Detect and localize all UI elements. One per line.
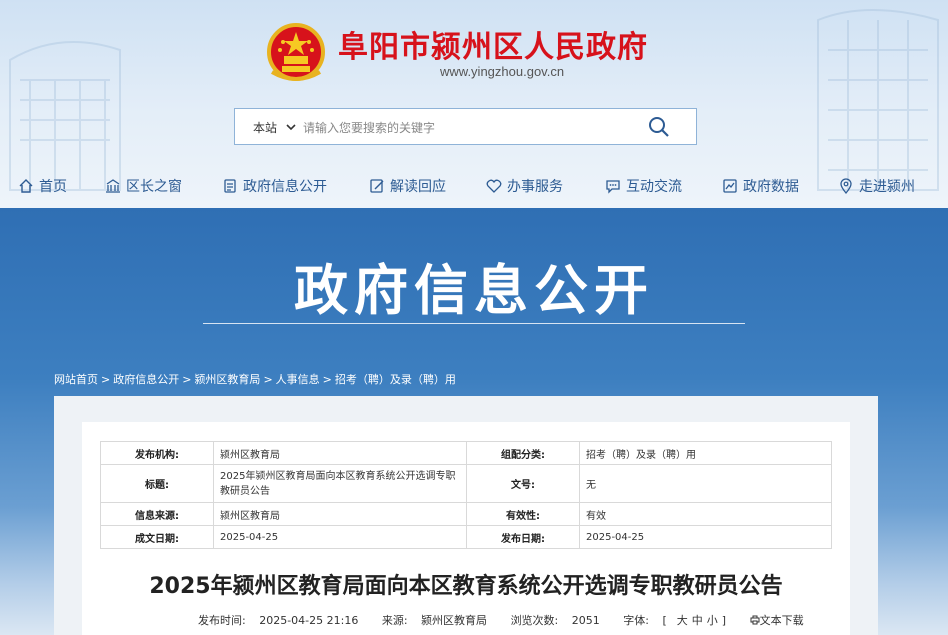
meta-value-category: 招考（聘）及录（聘）用 [579,441,832,465]
search-input[interactable] [301,116,625,140]
breadcrumb-education-bureau[interactable]: 颍州区教育局 [194,373,260,386]
table-row: 发布机构: 颍州区教育局 组配分类: 招考（聘）及录（聘）用 [100,441,832,465]
nav-item-home[interactable]: 首页 [18,172,67,200]
article-source: 来源: 颍州区教育局 [382,614,497,627]
nav-item-info-disclosure[interactable]: 政府信息公开 [222,172,327,200]
meta-label: 发布日期: [466,525,580,549]
breadcrumb-personnel-info[interactable]: 人事信息 [276,373,320,386]
national-emblem-logo [267,23,325,81]
breadcrumb-home[interactable]: 网站首页 [54,373,98,386]
publish-time: 发布时间: 2025-04-25 21:16 [198,614,368,627]
breadcrumb: 网站首页 > 政府信息公开 > 颍州区教育局 > 人事信息 > 招考（聘）及录（聘）用 [54,371,456,387]
printer-icon [750,615,760,625]
meta-value-docno: 无 [579,464,832,503]
banner-divider [203,323,745,324]
meta-value-validity: 有效 [579,502,832,526]
nav-label: 政府数据 [743,179,799,195]
font-size-label: 字体: [623,614,649,627]
nav-item-mayor-window[interactable]: 区长之窗 [105,172,182,200]
document-icon [224,179,236,193]
chat-icon [606,180,620,194]
main-nav: 首页 区长之窗 政府信息公开 解读回应 办事服务 互动交流 政府数据 走进颍州 [0,172,948,202]
nav-item-interaction[interactable]: 互动交流 [605,172,682,200]
meta-label: 文号: [466,464,580,503]
font-medium-button[interactable]: 中 [692,614,703,627]
view-count-label: 浏览次数: [510,614,559,627]
article-source-label: 来源: [381,614,408,627]
chevron-down-icon[interactable] [285,121,297,133]
publish-time-value: 2025-04-25 21:16 [259,614,359,627]
site-header: 阜阳市颍州区人民政府 www.yingzhou.gov.cn 本站 首页 区长之… [0,0,948,208]
meta-value-published: 2025-04-25 [579,525,832,549]
architecture-decoration-right [817,9,939,191]
architecture-decoration-left [9,41,121,191]
search-bar: 本站 [234,108,697,145]
meta-value-source: 颍州区教育局 [213,502,467,526]
service-icon [486,179,502,193]
breadcrumb-separator: > [101,373,111,386]
chart-icon [723,179,737,193]
view-count-value: 2051 [571,614,600,627]
meta-label: 有效性: [466,502,580,526]
table-row: 信息来源: 颍州区教育局 有效性: 有效 [100,502,832,526]
building-icon [106,179,120,193]
bracket-close: ] [721,614,727,627]
meta-value-publisher: 颍州区教育局 [213,441,467,465]
nav-item-services[interactable]: 办事服务 [486,172,563,200]
article-source-value: 颍州区教育局 [421,614,488,627]
font-small-button[interactable]: 小 [707,614,718,627]
breadcrumb-info-disclosure[interactable]: 政府信息公开 [113,373,179,386]
article-info-bar: 发布时间: 2025-04-25 21:16 来源: 颍州区教育局 浏览次数: … [198,612,824,628]
breadcrumb-recruitment[interactable]: 招考（聘）及录（聘）用 [335,373,456,386]
site-url: www.yingzhou.gov.cn [440,64,565,79]
table-row: 成文日期: 2025-04-25 发布日期: 2025-04-25 [100,525,832,549]
font-size-control: 字体: [ 大中小] [623,614,736,627]
bracket-open: [ [662,614,667,627]
breadcrumb-separator: > [263,373,273,386]
breadcrumb-separator: > [182,373,192,386]
breadcrumb-separator: > [322,373,332,386]
home-icon [19,179,33,193]
nav-label: 首页 [39,179,67,195]
search-icon[interactable] [647,115,671,139]
meta-label: 组配分类: [466,441,580,465]
banner-title: 政府信息公开 [294,259,654,322]
metadata-table: 发布机构: 颍州区教育局 组配分类: 招考（聘）及录（聘）用 标题: 2025年… [100,441,832,549]
search-scope-select[interactable]: 本站 [253,119,277,136]
meta-value-created: 2025-04-25 [213,525,467,549]
download-text-button[interactable]: 文本下载 [750,614,814,627]
nav-label: 区长之窗 [126,179,182,195]
nav-label: 解读回应 [390,179,446,195]
font-large-button[interactable]: 大 [677,614,688,627]
nav-item-gov-data[interactable]: 政府数据 [722,172,799,200]
publish-time-label: 发布时间: [198,614,246,627]
nav-item-about-yingzhou[interactable]: 走进颍州 [838,172,915,200]
meta-label: 信息来源: [100,502,214,526]
site-title: 阜阳市颍州区人民政府 [338,30,648,65]
nav-label: 走进颍州 [859,179,915,195]
meta-label: 成文日期: [100,525,214,549]
meta-value-title: 2025年颍州区教育局面向本区教育系统公开选调专职教研员公告 [213,464,467,503]
nav-label: 办事服务 [507,179,563,195]
nav-label: 政府信息公开 [243,179,327,195]
article-title: 2025年颍州区教育局面向本区教育系统公开选调专职教研员公告 [149,574,783,599]
edit-icon [370,179,384,193]
meta-label: 标题: [100,464,214,503]
view-count: 浏览次数: 2051 [511,614,610,627]
location-icon [840,178,852,194]
download-label: 文本下载 [759,614,804,627]
nav-label: 互动交流 [626,179,682,195]
nav-item-interpretation[interactable]: 解读回应 [369,172,446,200]
table-row: 标题: 2025年颍州区教育局面向本区教育系统公开选调专职教研员公告 文号: 无 [100,464,832,503]
meta-label: 发布机构: [100,441,214,465]
